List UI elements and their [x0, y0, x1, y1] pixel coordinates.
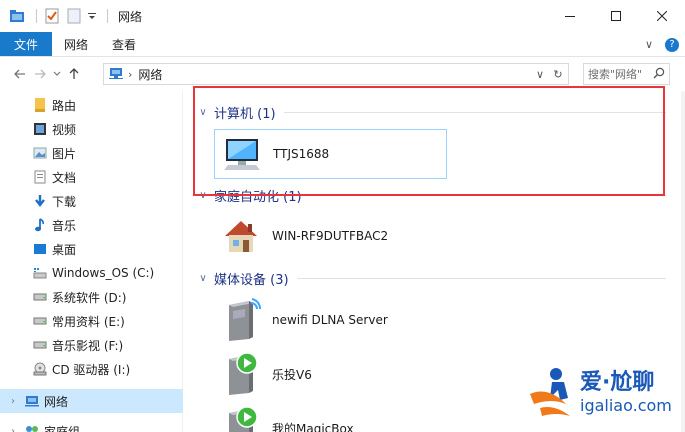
home-device-icon — [218, 213, 264, 259]
nav-item-music[interactable]: 音乐 — [0, 213, 183, 237]
expand-ribbon-icon[interactable]: ∨ — [645, 38, 653, 51]
pictures-icon — [32, 145, 48, 161]
nav-item-drive-d[interactable]: 系统软件 (D:) — [0, 285, 183, 309]
network-icon — [108, 66, 124, 83]
nav-item-router[interactable]: 路由 — [0, 93, 183, 117]
tab-file[interactable]: 文件 — [0, 32, 53, 56]
customize-toolbar-icon[interactable] — [87, 7, 97, 25]
nav-item-downloads[interactable]: 下载 — [0, 189, 183, 213]
media-player-icon — [218, 405, 264, 432]
music-icon — [32, 217, 48, 233]
nav-item-desktop[interactable]: 桌面 — [0, 237, 183, 261]
drive-icon — [32, 313, 48, 329]
search-input[interactable]: 搜索"网络" — [583, 63, 670, 85]
videos-icon — [32, 121, 48, 137]
collapse-chevron-icon[interactable]: ∨ — [196, 190, 210, 201]
back-button[interactable] — [10, 62, 30, 86]
tab-view[interactable]: 查看 — [100, 32, 148, 56]
back-arrow-icon — [14, 69, 25, 79]
expand-chevron-icon[interactable]: › — [6, 396, 20, 407]
search-icon[interactable] — [653, 67, 665, 82]
nav-item-videos[interactable]: 视频 — [0, 117, 183, 141]
collapse-chevron-icon[interactable]: ∨ — [196, 107, 210, 118]
downloads-icon — [32, 193, 48, 209]
group-header-media-devices[interactable]: ∨ 媒体设备 (3) — [196, 269, 666, 288]
new-folder-icon[interactable] — [65, 7, 83, 25]
cd-drive-icon — [32, 361, 48, 377]
homegroup-icon — [24, 423, 40, 432]
nav-item-drive-e[interactable]: 常用资料 (E:) — [0, 309, 183, 333]
documents-icon — [32, 169, 48, 185]
ribbon-tabs: 文件 网络 查看 ∨ ? — [0, 32, 685, 57]
network-item-newifi-dlna-server[interactable]: newifi DLNA Server — [218, 295, 388, 345]
watermark-figure-icon — [530, 368, 570, 416]
nav-item-network[interactable]: › 网络 — [0, 389, 183, 413]
network-item-ttjs1688[interactable]: TTJS1688 — [214, 129, 447, 179]
network-icon — [24, 393, 40, 409]
router-folder-icon — [32, 97, 48, 113]
media-player-icon — [218, 351, 264, 397]
watermark-title: 爱·尬聊 — [580, 370, 655, 395]
system-drive-icon — [32, 265, 48, 281]
up-arrow-icon — [69, 68, 79, 79]
group-header-home-automation[interactable]: ∨ 家庭自动化 (1) — [196, 186, 666, 205]
network-item-win-rf9dutfbac2[interactable]: WIN-RF9DUTFBAC2 — [218, 211, 388, 261]
network-item-magicbox[interactable]: 我的MagicBox — [218, 403, 354, 432]
nav-item-drive-c[interactable]: Windows_OS (C:) — [0, 261, 183, 285]
close-icon — [657, 11, 667, 21]
folder-network-icon[interactable] — [8, 7, 26, 25]
desktop-icon — [32, 241, 48, 257]
expand-chevron-icon[interactable]: › — [6, 426, 20, 432]
forward-button[interactable] — [30, 62, 50, 86]
watermark-url: igaliao.com — [580, 396, 672, 415]
minimize-button[interactable] — [547, 0, 593, 32]
recent-locations-button[interactable] — [50, 62, 64, 86]
nav-item-pictures[interactable]: 图片 — [0, 141, 183, 165]
network-item-letou-v6[interactable]: 乐投V6 — [218, 349, 312, 399]
collapse-chevron-icon[interactable]: ∨ — [196, 273, 210, 284]
up-button[interactable] — [64, 62, 84, 86]
title-separator — [107, 9, 108, 23]
breadcrumb-chevron-icon[interactable]: › — [128, 68, 132, 81]
maximize-icon — [611, 11, 621, 21]
nav-item-drive-f[interactable]: 音乐影视 (F:) — [0, 333, 183, 357]
address-dropdown-icon[interactable]: ∨ — [532, 64, 548, 84]
drive-icon — [32, 337, 48, 353]
group-divider — [309, 195, 666, 196]
nav-item-documents[interactable]: 文档 — [0, 165, 183, 189]
toolbar-separator — [36, 9, 37, 23]
media-server-icon — [218, 297, 264, 343]
group-divider — [296, 278, 666, 279]
nav-item-cd-drive[interactable]: CD 驱动器 (I:) — [0, 357, 183, 381]
help-icon[interactable]: ? — [665, 37, 679, 52]
nav-item-homegroup[interactable]: › 家庭组 — [0, 419, 183, 432]
refresh-icon[interactable]: ↻ — [550, 64, 566, 84]
close-button[interactable] — [639, 0, 685, 32]
address-bar[interactable]: › 网络 ∨ ↻ — [103, 63, 569, 85]
breadcrumb-network[interactable]: 网络 — [138, 66, 162, 83]
title-bar: 网络 — [0, 0, 685, 32]
computer-icon — [219, 131, 265, 177]
window-title: 网络 — [118, 9, 143, 24]
forward-arrow-icon — [35, 69, 46, 79]
watermark-logo: 爱·尬聊 igaliao.com — [522, 362, 682, 426]
minimize-icon — [565, 16, 575, 17]
navigation-pane: 路由 视频 图片 文档 下载 音乐 桌面 Windows_OS (C:) 系统软 — [0, 91, 183, 432]
search-placeholder: 搜索"网络" — [588, 68, 643, 81]
group-header-computers[interactable]: ∨ 计算机 (1) — [196, 103, 666, 122]
tab-network[interactable]: 网络 — [52, 32, 100, 56]
chevron-down-icon — [53, 71, 61, 76]
maximize-button[interactable] — [593, 0, 639, 32]
group-divider — [283, 112, 666, 113]
properties-icon[interactable] — [43, 7, 61, 25]
address-row: › 网络 ∨ ↻ 搜索"网络" — [0, 57, 685, 91]
drive-icon — [32, 289, 48, 305]
